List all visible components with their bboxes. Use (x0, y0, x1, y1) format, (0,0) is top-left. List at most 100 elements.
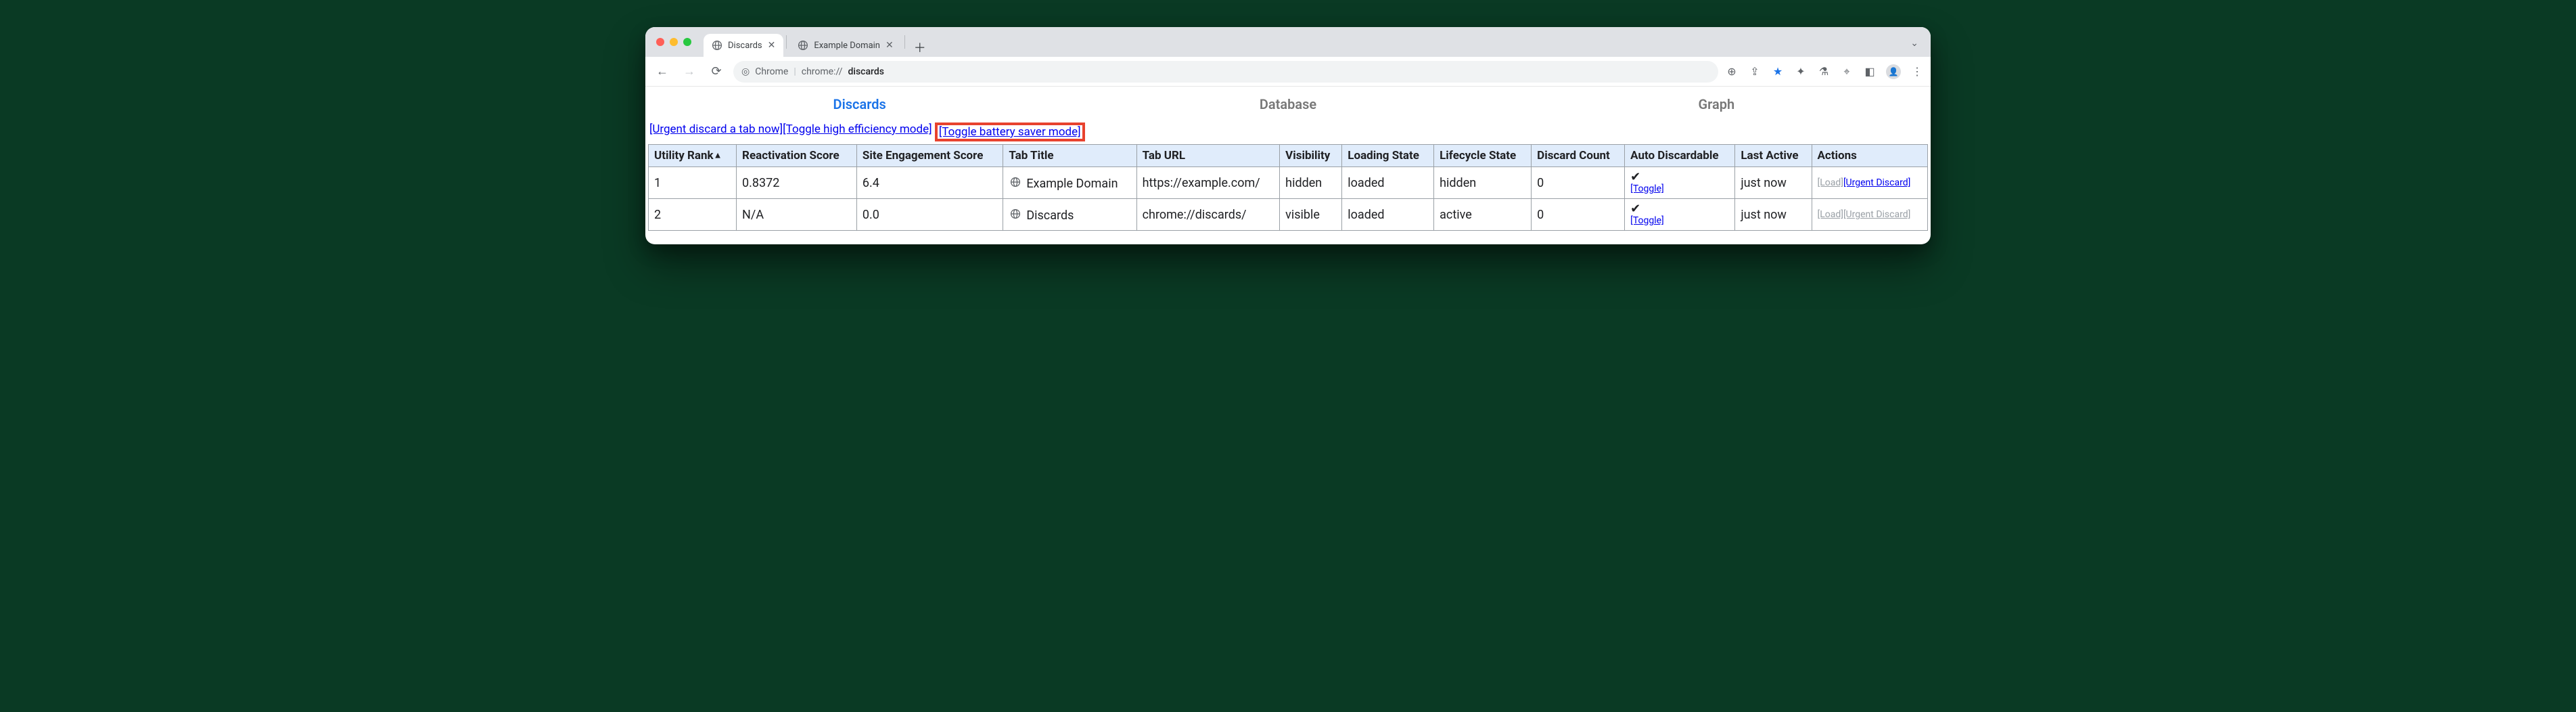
col-tab-url[interactable]: Tab URL (1136, 145, 1280, 167)
col-label: Utility Rank (654, 149, 714, 162)
table-body: 10.83726.4Example Domainhttps://example.… (649, 167, 1928, 231)
close-tab-icon[interactable]: ✕ (768, 40, 776, 51)
omnibox[interactable]: ◎ Chrome | chrome:// discards (733, 61, 1718, 83)
globe-icon (1009, 207, 1022, 221)
browser-tab-example[interactable]: Example Domain ✕ (789, 34, 901, 57)
new-tab-button[interactable]: ＋ (911, 38, 929, 57)
cell-engagement: 0.0 (856, 199, 1003, 231)
cell-url: https://example.com/ (1136, 167, 1280, 199)
maximize-window-button[interactable] (683, 38, 691, 46)
titlebar-right: ⌄ (1910, 36, 1924, 49)
omnibox-separator: | (794, 66, 796, 77)
back-button[interactable]: ← (652, 62, 672, 82)
tab-separator (786, 35, 787, 49)
sidepanel-icon[interactable]: ◧ (1863, 65, 1877, 78)
globe-icon (798, 40, 808, 51)
col-utility-rank[interactable]: Utility Rank▲ (649, 145, 737, 167)
cell-actions: [Load][Urgent Discard] (1812, 167, 1928, 199)
page-tabs: Discards Database Graph (645, 87, 1931, 121)
browser-tab-discards[interactable]: Discards ✕ (704, 34, 783, 57)
toggle-battery-saver-link[interactable]: [Toggle battery saver mode] (939, 125, 1081, 139)
highlighted-link-box: [Toggle battery saver mode] (935, 123, 1085, 141)
cell-lifecycle: active (1434, 199, 1532, 231)
table-header-row: Utility Rank▲ Reactivation Score Site En… (649, 145, 1928, 167)
cell-lifecycle: hidden (1434, 167, 1532, 199)
tab-separator (904, 35, 905, 49)
cell-title: Example Domain (1003, 167, 1136, 199)
page-tab-discards[interactable]: Discards (645, 87, 1074, 120)
col-tab-title[interactable]: Tab Title (1003, 145, 1136, 167)
titlebar: Discards ✕ Example Domain ✕ ＋ ⌄ (645, 27, 1931, 57)
star-icon[interactable]: ★ (1771, 65, 1785, 78)
zoom-icon[interactable]: ⊕ (1725, 65, 1739, 78)
toggle-discardable-link[interactable]: [Toggle] (1630, 215, 1729, 226)
toggle-high-efficiency-link[interactable]: [Toggle high efficiency mode] (783, 123, 932, 141)
check-icon: ✔ (1630, 171, 1729, 183)
col-lifecycle-state[interactable]: Lifecycle State (1434, 145, 1532, 167)
load-link-disabled: [Load] (1818, 177, 1843, 188)
toolbar-actions: ⊕ ⇪ ★ ✦ ⚗ ⌖ ◧ 👤 ⋮ (1725, 64, 1924, 79)
cell-auto-discardable: ✔[Toggle] (1625, 167, 1735, 199)
chevron-down-icon[interactable]: ⌄ (1910, 38, 1918, 49)
col-last-active[interactable]: Last Active (1735, 145, 1812, 167)
table-row: 2N/A0.0Discardschrome://discards/visible… (649, 199, 1928, 231)
sort-asc-icon: ▲ (714, 151, 722, 161)
table-row: 10.83726.4Example Domainhttps://example.… (649, 167, 1928, 199)
chrome-icon: ◎ (741, 66, 750, 77)
close-tab-icon[interactable]: ✕ (886, 40, 894, 51)
col-site-engagement-score[interactable]: Site Engagement Score (856, 145, 1003, 167)
cell-loading: loaded (1342, 199, 1434, 231)
omnibox-url-prefix: chrome:// (802, 66, 843, 77)
col-discard-count[interactable]: Discard Count (1532, 145, 1625, 167)
labs-icon[interactable]: ⚗ (1817, 65, 1831, 78)
cell-rank: 2 (649, 199, 737, 231)
browser-window: Discards ✕ Example Domain ✕ ＋ ⌄ ← → ⟳ ◎ … (645, 27, 1931, 244)
close-window-button[interactable] (656, 38, 664, 46)
cell-url: chrome://discards/ (1136, 199, 1280, 231)
cell-discard-count: 0 (1532, 199, 1625, 231)
share-icon[interactable]: ⇪ (1748, 65, 1762, 78)
profile-avatar[interactable]: 👤 (1886, 64, 1901, 79)
cell-visibility: hidden (1280, 167, 1342, 199)
urgent-discard-row-link-disabled: [Urgent Discard] (1843, 209, 1910, 220)
page-tab-graph[interactable]: Graph (1502, 87, 1931, 120)
toggle-discardable-link[interactable]: [Toggle] (1630, 183, 1729, 194)
load-link-disabled: [Load] (1818, 209, 1843, 220)
cell-discard-count: 0 (1532, 167, 1625, 199)
reload-button[interactable]: ⟳ (706, 62, 727, 82)
minimize-window-button[interactable] (670, 38, 678, 46)
discards-table: Utility Rank▲ Reactivation Score Site En… (648, 144, 1928, 231)
action-links: [Urgent discard a tab now][Toggle high e… (645, 121, 1931, 144)
browser-tab-title: Discards (728, 41, 762, 51)
menu-icon[interactable]: ⋮ (1910, 65, 1924, 78)
cast-icon[interactable]: ⌖ (1840, 65, 1854, 79)
browser-tab-title: Example Domain (814, 41, 880, 51)
window-controls (656, 38, 691, 46)
globe-icon (712, 40, 722, 51)
omnibox-chip: Chrome (755, 66, 788, 77)
col-reactivation-score[interactable]: Reactivation Score (737, 145, 857, 167)
browser-tabs: Discards ✕ Example Domain ✕ ＋ (704, 27, 929, 57)
cell-last-active: just now (1735, 167, 1812, 199)
cell-visibility: visible (1280, 199, 1342, 231)
cell-title: Discards (1003, 199, 1136, 231)
cell-last-active: just now (1735, 199, 1812, 231)
globe-icon (1009, 175, 1022, 189)
cell-reactivation: 0.8372 (737, 167, 857, 199)
cell-loading: loaded (1342, 167, 1434, 199)
extensions-icon[interactable]: ✦ (1794, 65, 1808, 78)
check-icon: ✔ (1630, 203, 1729, 215)
omnibox-url-path: discards (848, 66, 884, 77)
forward-button: → (679, 62, 699, 82)
col-actions[interactable]: Actions (1812, 145, 1928, 167)
urgent-discard-link[interactable]: [Urgent discard a tab now] (649, 123, 783, 141)
cell-auto-discardable: ✔[Toggle] (1625, 199, 1735, 231)
cell-engagement: 6.4 (856, 167, 1003, 199)
cell-rank: 1 (649, 167, 737, 199)
col-loading-state[interactable]: Loading State (1342, 145, 1434, 167)
col-visibility[interactable]: Visibility (1280, 145, 1342, 167)
col-auto-discardable[interactable]: Auto Discardable (1625, 145, 1735, 167)
page-tab-database[interactable]: Database (1074, 87, 1502, 120)
cell-reactivation: N/A (737, 199, 857, 231)
urgent-discard-row-link[interactable]: [Urgent Discard] (1843, 177, 1910, 188)
